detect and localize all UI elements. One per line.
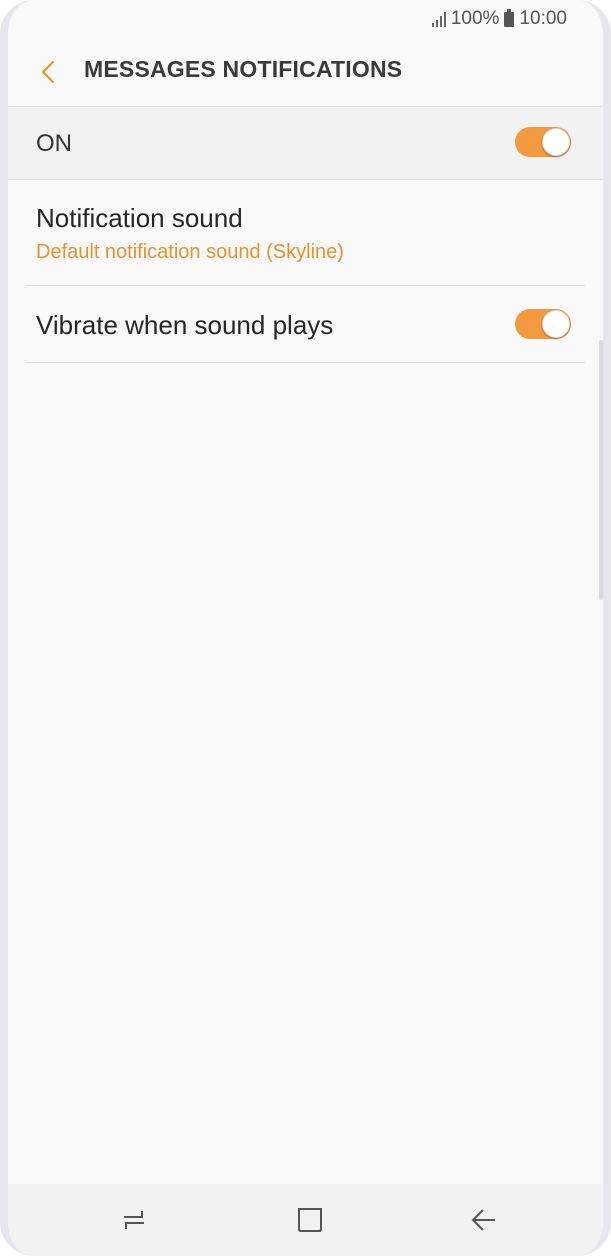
master-toggle[interactable] (515, 127, 571, 157)
notification-sound-item[interactable]: Notification sound Default notification … (26, 180, 585, 286)
master-switch-label: ON (36, 130, 72, 157)
navigation-bar (8, 1184, 603, 1256)
vibrate-item[interactable]: Vibrate when sound plays (26, 286, 585, 363)
phone-screen: 100% 10:00 MESSAGES NOTIFICATIONS ON Not… (0, 0, 611, 1256)
side-key (599, 340, 603, 600)
app-header: MESSAGES NOTIFICATIONS (8, 36, 603, 107)
notification-sound-value: Default notification sound (Skyline) (36, 241, 344, 263)
toggle-knob (542, 128, 570, 156)
signal-icon (431, 11, 446, 27)
back-nav-button[interactable] (466, 1202, 502, 1238)
back-icon (471, 1209, 495, 1231)
page-title: MESSAGES NOTIFICATIONS (84, 56, 403, 82)
notification-sound-title: Notification sound (36, 203, 243, 233)
status-bar: 100% 10:00 (431, 6, 567, 32)
recent-apps-icon (124, 1211, 144, 1229)
chevron-left-icon (41, 60, 55, 84)
toggle-knob (542, 310, 570, 338)
battery-icon (504, 8, 515, 27)
battery-percent: 100% (450, 8, 500, 29)
home-icon (298, 1208, 322, 1232)
home-button[interactable] (292, 1202, 328, 1238)
master-switch-row[interactable]: ON (8, 107, 603, 180)
vibrate-toggle[interactable] (515, 309, 571, 339)
status-time: 10:00 (519, 8, 567, 29)
vibrate-title: Vibrate when sound plays (36, 310, 334, 340)
recent-apps-button[interactable] (116, 1202, 152, 1238)
back-button[interactable] (28, 52, 68, 92)
